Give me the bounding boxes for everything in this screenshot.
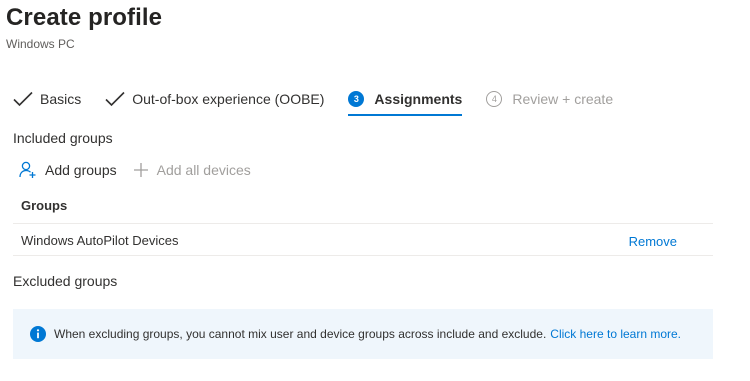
add-person-icon [19, 161, 36, 178]
tab-label: Review + create [512, 91, 614, 107]
add-groups-label: Add groups [45, 162, 117, 178]
tab-review-create[interactable]: 4 Review + create [486, 88, 613, 110]
tab-label: Basics [40, 91, 82, 107]
group-name: Windows AutoPilot Devices [21, 233, 179, 248]
wizard-tabs: Basics Out-of-box experience (OOBE) 3 As… [13, 88, 637, 118]
tab-assignments[interactable]: 3 Assignments [348, 88, 463, 116]
included-groups-heading: Included groups [13, 130, 113, 146]
command-bar: Add groups Add all devices [19, 161, 267, 179]
tab-basics[interactable]: Basics [13, 88, 81, 110]
page-subtitle: Windows PC [6, 37, 75, 51]
column-header-groups: Groups [21, 198, 68, 213]
step-number-badge: 3 [348, 91, 365, 107]
info-message-text: When excluding groups, you cannot mix us… [54, 327, 547, 341]
learn-more-link[interactable]: Click here to learn more. [550, 327, 681, 341]
excluded-groups-heading: Excluded groups [13, 273, 118, 289]
add-groups-button[interactable]: Add groups [19, 161, 117, 179]
groups-table-header: Groups [13, 191, 713, 224]
add-all-devices-label: Add all devices [156, 162, 251, 178]
checkmark-icon [105, 91, 125, 107]
add-all-devices-button[interactable]: Add all devices [133, 162, 251, 178]
tab-label: Assignments [374, 91, 463, 107]
checkmark-icon [13, 91, 33, 107]
remove-link[interactable]: Remove [629, 234, 677, 249]
step-number-badge: 4 [486, 91, 503, 107]
tab-label: Out-of-box experience (OOBE) [132, 91, 325, 107]
info-icon [30, 326, 46, 342]
page-title: Create profile [6, 4, 163, 31]
info-message-bar: When excluding groups, you cannot mix us… [13, 309, 713, 359]
tab-oobe[interactable]: Out-of-box experience (OOBE) [105, 88, 324, 110]
table-row: Windows AutoPilot Devices Remove [13, 224, 713, 256]
plus-icon [133, 163, 148, 177]
